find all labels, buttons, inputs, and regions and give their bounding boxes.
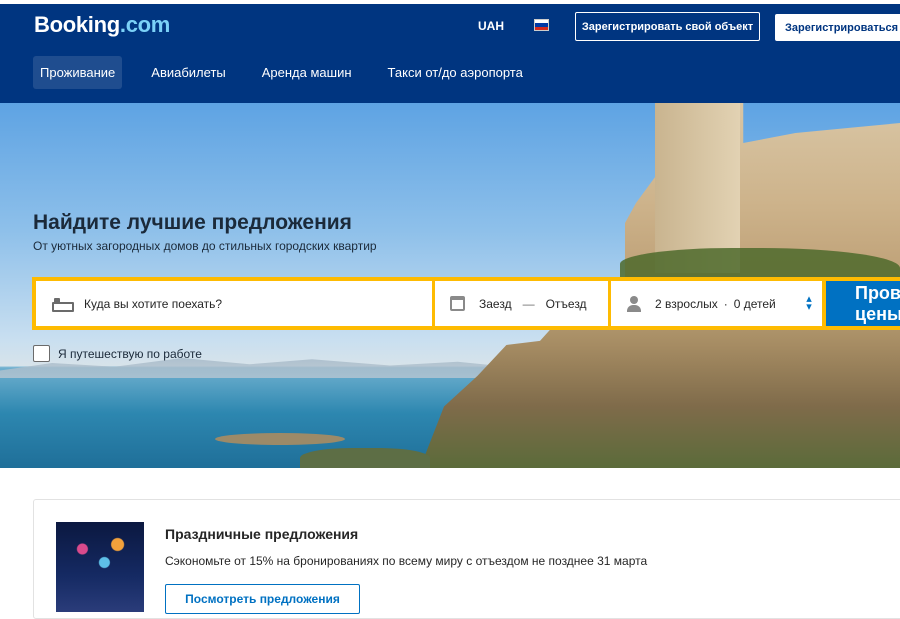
adults-count: 2 взрослых xyxy=(655,296,718,311)
work-travel-option[interactable]: Я путешествую по работе xyxy=(33,345,202,362)
destination-placeholder: Куда вы хотите поехать? xyxy=(84,296,223,311)
currency-selector[interactable]: UAH xyxy=(478,19,504,33)
nav-item-airport-taxi[interactable]: Такси от/до аэропорта xyxy=(381,56,530,89)
guests-selector[interactable]: 2 взрослых · 0 детей ▴ ▾ xyxy=(611,281,822,326)
russia-flag-icon[interactable] xyxy=(534,19,549,31)
work-travel-checkbox[interactable] xyxy=(33,345,50,362)
promo-text: Сэкономьте от 15% на бронированиях по вс… xyxy=(165,554,648,568)
booking-logo[interactable]: Booking.com xyxy=(34,12,170,38)
bed-icon xyxy=(52,297,74,312)
promo-title: Праздничные предложения xyxy=(165,526,359,542)
nav-item-flights[interactable]: Авиабилеты xyxy=(144,56,232,89)
date-separator: — xyxy=(522,296,535,311)
top-navigation-bar: Booking.com UAH Зарегистрировать свой об… xyxy=(0,0,900,103)
hero-subtitle: От уютных загородных домов до стильных г… xyxy=(33,239,377,253)
register-button[interactable]: Зарегистрироваться xyxy=(775,14,900,41)
nav-item-car-rental[interactable]: Аренда машин xyxy=(255,56,359,89)
checkout-label: Отъезд xyxy=(545,296,587,311)
checkin-label: Заезд xyxy=(479,296,512,311)
children-count: 0 детей xyxy=(733,296,776,311)
main-nav: Проживание Авиабилеты Аренда машин Такси… xyxy=(33,56,552,89)
promo-card: Праздничные предложения Сэкономьте от 15… xyxy=(33,499,900,619)
hero-title: Найдите лучшие предложения xyxy=(33,211,352,234)
date-picker[interactable]: Заезд — Отъезд xyxy=(435,281,608,326)
search-bar: Куда вы хотите поехать? Заезд — Отъезд 2… xyxy=(32,277,900,330)
fireworks-image xyxy=(56,522,144,612)
calendar-icon xyxy=(450,296,465,311)
destination-input[interactable]: Куда вы хотите поехать? xyxy=(36,281,432,326)
search-button[interactable]: Проверить цены xyxy=(826,281,900,326)
list-property-button[interactable]: Зарегистрировать свой объект xyxy=(575,12,760,41)
work-travel-label: Я путешествую по работе xyxy=(58,346,202,361)
hero-shore xyxy=(300,448,430,468)
hero-rocks xyxy=(215,433,345,445)
nav-item-stays[interactable]: Проживание xyxy=(33,56,123,89)
view-deals-button[interactable]: Посмотреть предложения xyxy=(165,584,360,614)
top-edge-line xyxy=(0,0,900,4)
chevron-up-down-icon: ▴ ▾ xyxy=(806,293,812,313)
guests-separator: · xyxy=(723,296,728,311)
person-icon xyxy=(627,295,641,312)
